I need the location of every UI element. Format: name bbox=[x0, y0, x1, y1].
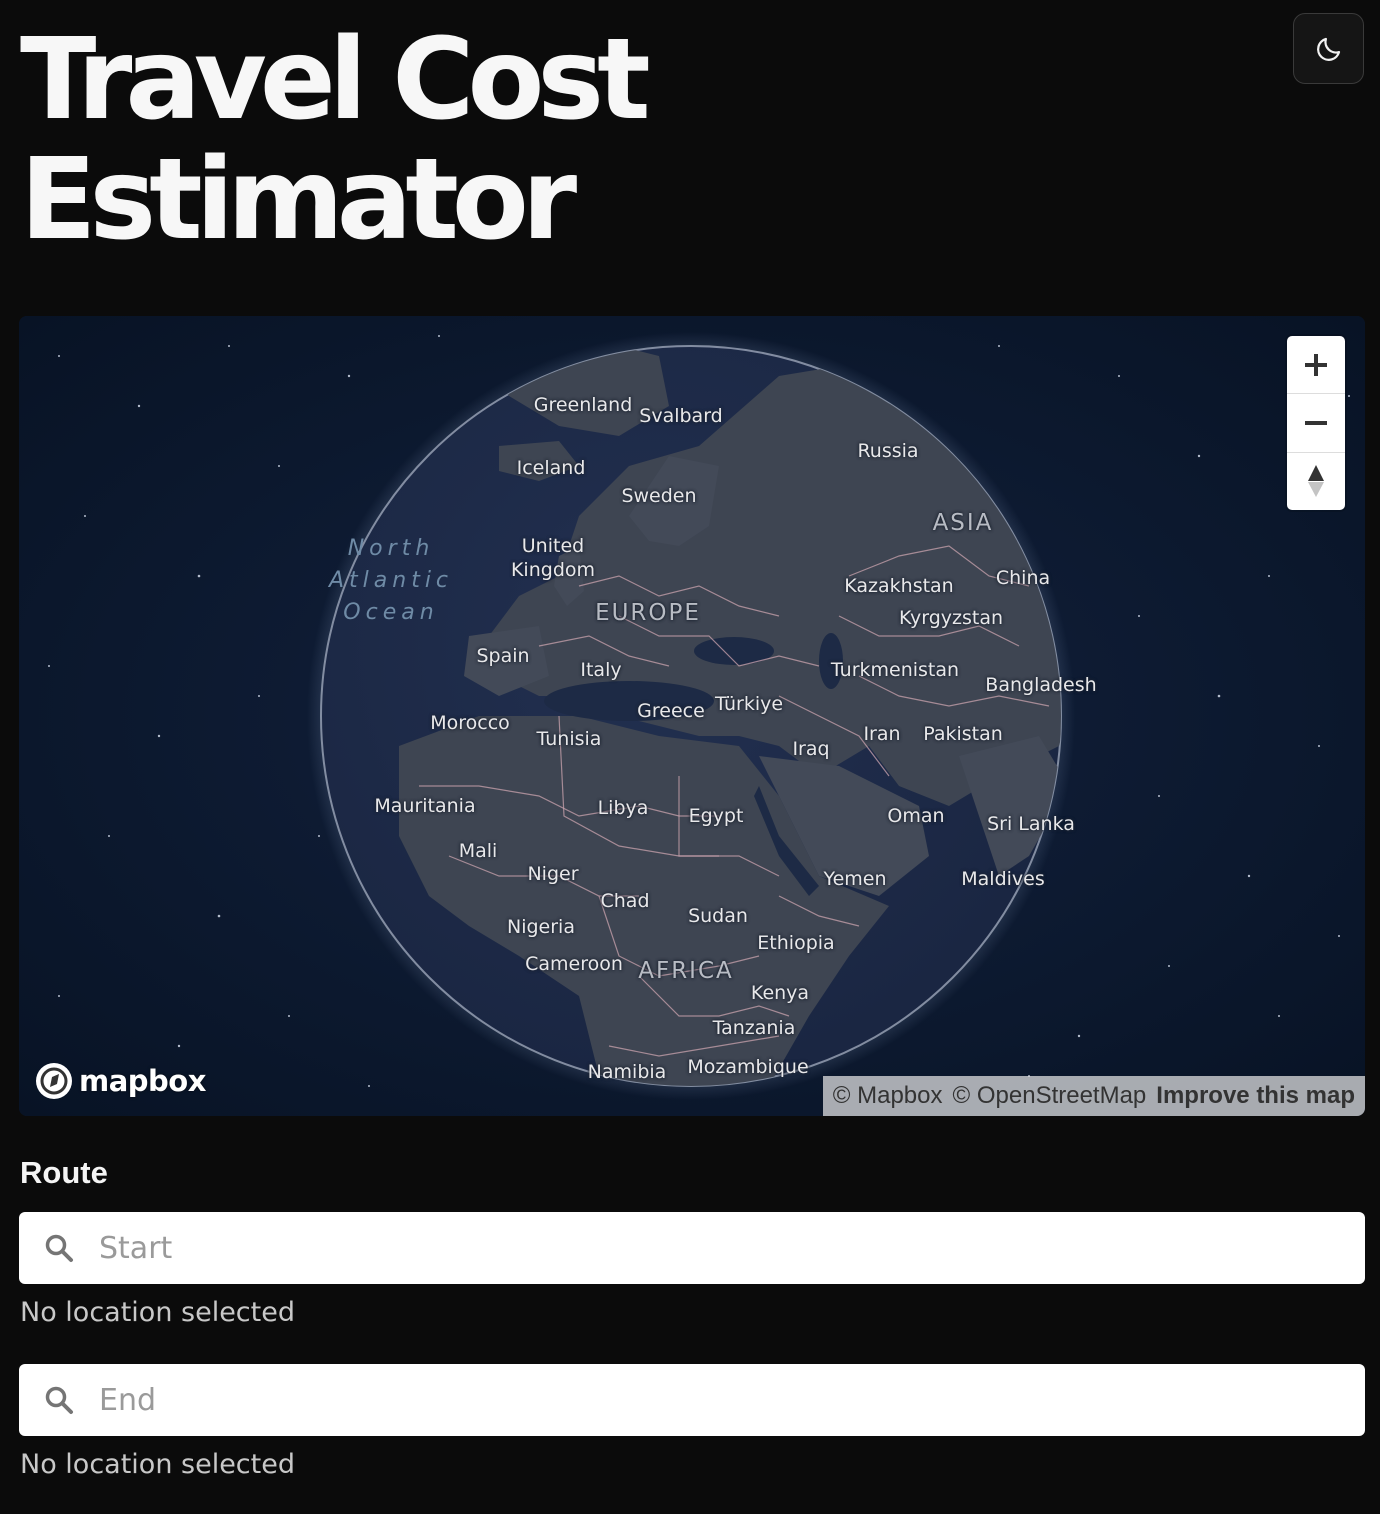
map-label-kazakhstan: Kazakhstan bbox=[844, 575, 954, 597]
moon-icon bbox=[1316, 37, 1340, 61]
map-label-libya: Libya bbox=[597, 797, 649, 819]
map-label-iran: Iran bbox=[863, 723, 901, 745]
map-label-egypt: Egypt bbox=[688, 805, 744, 827]
uk-line-2: Kingdom bbox=[510, 559, 596, 581]
map-label-namibia: Namibia bbox=[587, 1061, 667, 1083]
map-label-europe: EUROPE bbox=[595, 600, 701, 626]
map-label-mozambique: Mozambique bbox=[687, 1056, 809, 1078]
improve-map-link[interactable]: Improve this map bbox=[1156, 1082, 1355, 1110]
mapbox-logo-text: mapbox bbox=[79, 1064, 206, 1098]
end-location-input[interactable] bbox=[99, 1364, 1365, 1436]
mapbox-logo[interactable]: mapbox bbox=[35, 1062, 206, 1100]
map-label-iraq: Iraq bbox=[792, 738, 830, 760]
map-label-nigeria: Nigeria bbox=[507, 916, 575, 938]
map-label-spain: Spain bbox=[476, 645, 530, 667]
start-location-status: No location selected bbox=[20, 1297, 295, 1328]
map-attribution: © Mapbox © OpenStreetMap Improve this ma… bbox=[822, 1076, 1365, 1116]
map-label-maldives: Maldives bbox=[961, 868, 1045, 890]
start-location-input[interactable] bbox=[99, 1212, 1365, 1284]
map-label-kyrgyzstan: Kyrgyzstan bbox=[898, 607, 1004, 629]
map-label-tunisia: Tunisia bbox=[536, 728, 602, 750]
map-label-yemen: Yemen bbox=[823, 868, 887, 890]
map-label-niger: Niger bbox=[527, 863, 579, 885]
map-label-kenya: Kenya bbox=[750, 982, 810, 1004]
map-label-mauritania: Mauritania bbox=[374, 795, 476, 817]
search-icon bbox=[19, 1384, 99, 1416]
uk-line-1: United bbox=[521, 535, 585, 557]
map-label-oman: Oman bbox=[887, 805, 945, 827]
map-label-pakistan: Pakistan bbox=[923, 723, 1003, 745]
page-title: Travel Cost Estimator bbox=[20, 20, 920, 260]
page-title-line-1: Travel Cost bbox=[20, 15, 651, 145]
map-label-north-atlantic-ocean: North Atlantic Ocean bbox=[329, 533, 453, 629]
map-label-italy: Italy bbox=[580, 659, 622, 681]
map-label-bangladesh: Bangladesh bbox=[985, 674, 1097, 696]
reset-bearing-button[interactable] bbox=[1287, 453, 1345, 510]
zoom-out-button[interactable] bbox=[1287, 394, 1345, 453]
map-label-turkiye: Türkiye bbox=[714, 693, 784, 715]
plus-icon bbox=[1305, 353, 1327, 376]
map-label-svalbard: Svalbard bbox=[639, 405, 723, 427]
map-label-turkmenistan: Turkmenistan bbox=[830, 659, 960, 681]
start-search-field bbox=[19, 1212, 1365, 1284]
compass-icon bbox=[1308, 465, 1324, 498]
map-label-cameroon: Cameroon bbox=[525, 953, 623, 975]
minus-icon bbox=[1305, 420, 1327, 425]
map-label-sri-lanka: Sri Lanka bbox=[987, 813, 1075, 835]
map-navigation-control bbox=[1287, 336, 1345, 510]
map-label-greece: Greece bbox=[637, 700, 705, 722]
end-search-field bbox=[19, 1364, 1365, 1436]
map-label-sudan: Sudan bbox=[688, 905, 748, 927]
attribution-osm-link[interactable]: © OpenStreetMap bbox=[953, 1082, 1147, 1110]
map-label-united-kingdom: United Kingdom bbox=[511, 534, 595, 582]
zoom-in-button[interactable] bbox=[1287, 336, 1345, 395]
end-location-status: No location selected bbox=[20, 1449, 295, 1480]
map-label-russia: Russia bbox=[857, 440, 919, 462]
map-label-tanzania: Tanzania bbox=[712, 1017, 796, 1039]
map-label-mali: Mali bbox=[458, 840, 498, 862]
theme-toggle-button[interactable] bbox=[1293, 13, 1364, 84]
search-icon bbox=[19, 1232, 99, 1264]
route-section-label: Route bbox=[20, 1155, 108, 1190]
map-label-morocco: Morocco bbox=[430, 712, 510, 734]
attribution-mapbox-link[interactable]: © Mapbox bbox=[833, 1082, 943, 1110]
map-label-ethiopia: Ethiopia bbox=[757, 932, 835, 954]
ocean-line-1: North bbox=[347, 536, 435, 561]
map-label-asia: ASIA bbox=[932, 510, 994, 536]
map-label-chad: Chad bbox=[600, 890, 650, 912]
map-label-iceland: Iceland bbox=[516, 457, 586, 479]
ocean-line-3: Ocean bbox=[343, 600, 439, 625]
mapbox-logo-icon bbox=[36, 1063, 72, 1099]
map-label-africa: AFRICA bbox=[638, 958, 734, 984]
ocean-line-2: Atlantic bbox=[328, 568, 454, 593]
map-label-china: China bbox=[995, 567, 1051, 589]
map-canvas[interactable]: Greenland Svalbard Russia Iceland Sweden… bbox=[19, 316, 1365, 1116]
page-title-line-2: Estimator bbox=[20, 135, 577, 265]
map-label-sweden: Sweden bbox=[621, 485, 697, 507]
map-label-greenland: Greenland bbox=[533, 394, 633, 416]
